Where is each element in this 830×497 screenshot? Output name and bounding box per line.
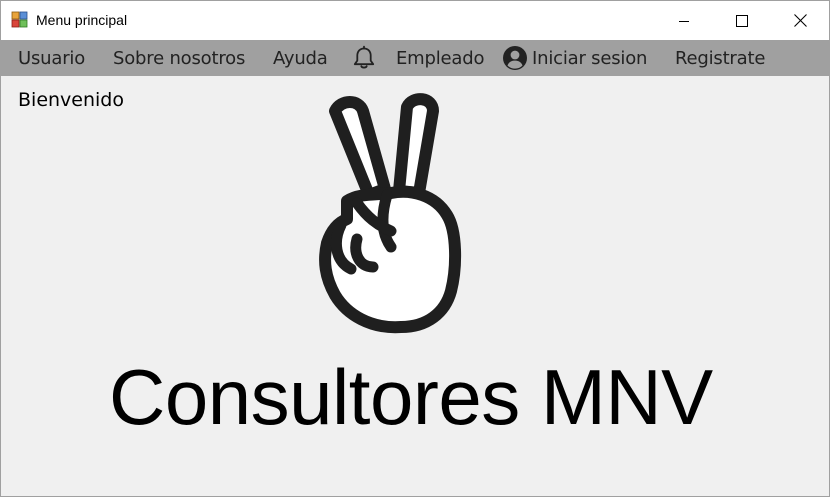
menu-item-usuario[interactable]: Usuario	[18, 40, 85, 76]
user-circle-icon[interactable]	[500, 43, 530, 73]
menu-item-empleado[interactable]: Empleado	[396, 40, 484, 76]
menu-item-registrate[interactable]: Registrate	[675, 40, 765, 76]
maximize-icon	[736, 14, 748, 27]
brand-title: Consultores MNV	[109, 353, 713, 441]
main-window: Menu principal Usuario Sobre nosotros Ay…	[0, 0, 830, 497]
menu-item-ayuda[interactable]: Ayuda	[273, 40, 328, 76]
minimize-button[interactable]	[655, 1, 713, 40]
welcome-label: Bienvenido	[18, 89, 124, 111]
title-bar[interactable]: Menu principal	[1, 1, 829, 40]
app-icon	[11, 11, 28, 28]
maximize-button[interactable]	[713, 1, 771, 40]
bell-icon[interactable]	[349, 43, 379, 73]
close-icon	[793, 14, 807, 27]
menu-item-iniciar-sesion[interactable]: Iniciar sesion	[532, 40, 647, 76]
close-button[interactable]	[771, 1, 829, 40]
menu-item-sobre-nosotros[interactable]: Sobre nosotros	[113, 40, 245, 76]
peace-hand-icon	[319, 93, 462, 334]
window-title: Menu principal	[36, 12, 128, 28]
minimize-icon	[679, 20, 689, 22]
menu-bar: Usuario Sobre nosotros Ayuda Empleado In…	[1, 40, 829, 76]
